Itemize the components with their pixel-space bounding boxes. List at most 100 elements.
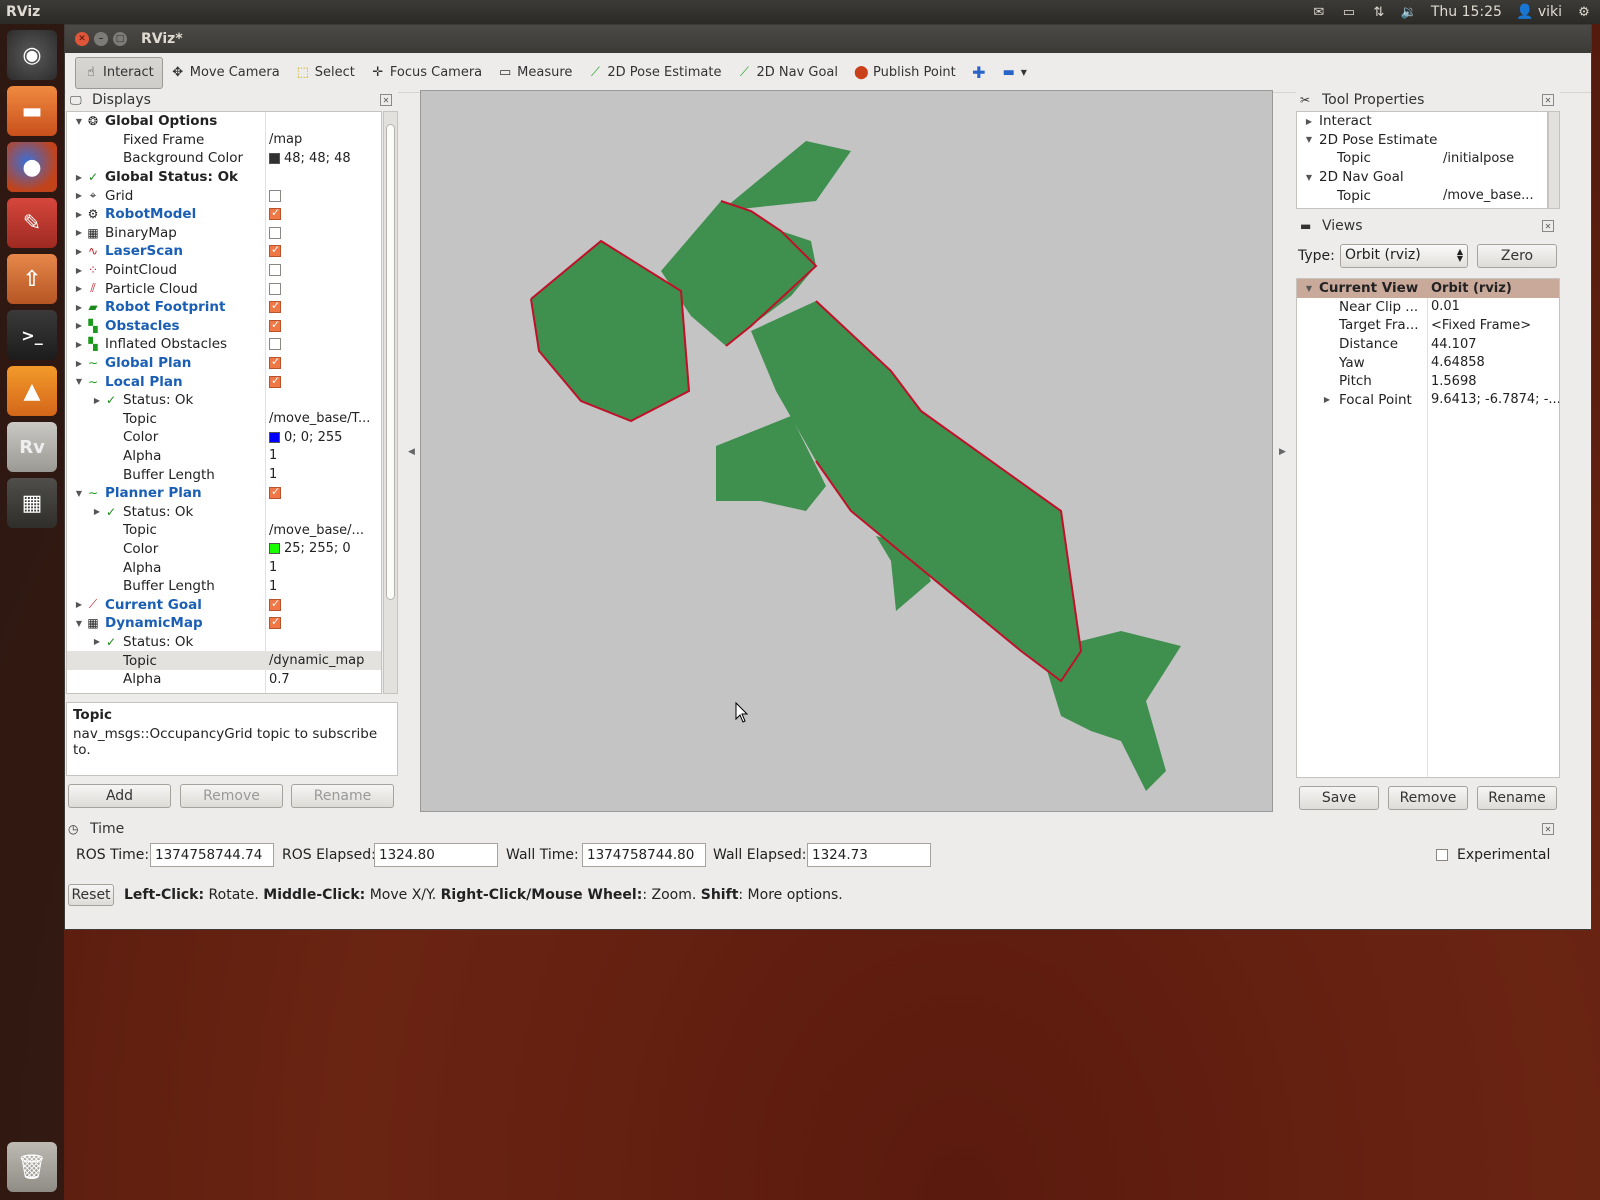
expand-arrow-icon[interactable]: ▶	[1303, 117, 1315, 126]
display-value[interactable]: 0; 0; 255	[269, 430, 342, 445]
collapse-arrow-icon[interactable]: ▼	[73, 489, 85, 498]
view-property-row[interactable]: Near Clip ... 0.01	[1297, 298, 1559, 317]
display-value[interactable]: 0.7	[269, 672, 290, 687]
time-close-button[interactable]: ✕	[1542, 823, 1554, 835]
reset-button[interactable]: Reset	[68, 884, 114, 906]
battery-icon[interactable]: ▭	[1341, 5, 1357, 20]
collapse-arrow-icon[interactable]: ▼	[73, 619, 85, 628]
display-row[interactable]: Alpha 1	[67, 447, 381, 466]
expand-arrow-icon[interactable]: ▶	[73, 600, 85, 609]
display-row[interactable]: Topic/move_base/...	[67, 521, 381, 540]
expand-arrow-icon[interactable]: ▶	[73, 228, 85, 237]
display-enabled-checkbox[interactable]	[269, 485, 281, 500]
firefox-icon[interactable]: ●	[7, 142, 57, 192]
view-property-value[interactable]: 0.01	[1431, 299, 1460, 314]
display-value[interactable]	[269, 189, 281, 202]
tool-select[interactable]: ⬚ Select	[288, 57, 363, 89]
display-enabled-checkbox[interactable]	[269, 264, 281, 277]
view-property-value[interactable]: 9.6413; -6.7874; -...	[1431, 392, 1559, 407]
tool-measure[interactable]: ▭ Measure	[490, 57, 580, 89]
view-property-row[interactable]: Distance 44.107	[1297, 335, 1559, 354]
render-viewport[interactable]	[420, 90, 1273, 812]
tool-property-value[interactable]: /move_base...	[1443, 188, 1534, 203]
view-property-row[interactable]: ▶ Focal Point 9.6413; -6.7874; -...	[1297, 391, 1559, 410]
display-value[interactable]: 1	[269, 560, 277, 575]
display-enabled-checkbox[interactable]	[269, 299, 281, 314]
display-value[interactable]: 48; 48; 48	[269, 151, 351, 166]
display-row[interactable]: Color 0; 0; 255	[67, 428, 381, 447]
display-value[interactable]	[269, 264, 281, 277]
rviz-icon[interactable]: Rv	[7, 422, 57, 472]
display-value[interactable]	[269, 318, 281, 332]
mail-icon[interactable]: ✉	[1311, 5, 1327, 20]
display-value[interactable]: /move_base/...	[269, 523, 364, 538]
color-swatch[interactable]	[269, 152, 280, 164]
display-value[interactable]: 25; 255; 0	[269, 541, 351, 556]
current-view-row[interactable]: ▼ Current View Orbit (rviz)	[1297, 279, 1559, 298]
collapse-right-icon[interactable]: ▶	[1279, 447, 1286, 457]
display-value[interactable]	[269, 206, 281, 221]
display-value[interactable]	[269, 226, 281, 239]
display-row[interactable]: Buffer Length 1	[67, 577, 381, 596]
display-value[interactable]: /move_base/T...	[269, 411, 370, 426]
tool-publish-point[interactable]: ⬤ Publish Point	[846, 57, 964, 89]
remove-tool-button[interactable]: ▬ ▼	[994, 57, 1035, 89]
display-value[interactable]	[269, 485, 281, 500]
expand-arrow-icon[interactable]: ▶	[73, 247, 85, 256]
view-property-row[interactable]: Target Fra... <Fixed Frame>	[1297, 316, 1559, 335]
ubuntu-dash-icon[interactable]: ◉	[7, 30, 57, 80]
experimental-checkbox[interactable]	[1436, 849, 1448, 861]
display-enabled-checkbox[interactable]	[269, 243, 281, 258]
display-value[interactable]: /dynamic_map	[269, 653, 364, 668]
display-row[interactable]: ▶ ✓ Status: Ok	[67, 502, 381, 521]
tool-property-row[interactable]: ▶ Interact	[1297, 112, 1547, 131]
collapse-arrow-icon[interactable]: ▼	[73, 117, 85, 126]
expand-arrow-icon[interactable]: ▶	[73, 191, 85, 200]
display-row[interactable]: Color 25; 255; 0	[67, 540, 381, 559]
collapse-arrow-icon[interactable]: ▼	[1303, 173, 1315, 182]
window-minimize-button[interactable]: –	[94, 32, 108, 46]
display-row[interactable]: ▶ ⌖ Grid	[67, 186, 381, 205]
collapse-arrow-icon[interactable]: ▼	[1303, 135, 1315, 144]
expand-arrow-icon[interactable]: ▶	[73, 173, 85, 182]
expand-arrow-icon[interactable]: ▶	[73, 359, 85, 368]
display-enabled-checkbox[interactable]	[269, 338, 281, 351]
display-row[interactable]: ▼ ❂ Global Options	[67, 112, 381, 131]
display-value[interactable]: 1	[269, 448, 277, 463]
display-value[interactable]	[269, 299, 281, 314]
scrollbar-thumb[interactable]	[386, 124, 395, 600]
display-row[interactable]: ▶ ✓ Status: Ok	[67, 633, 381, 652]
tool-property-value[interactable]: /initialpose	[1443, 151, 1514, 166]
window-close-button[interactable]: ✕	[75, 32, 89, 46]
display-row[interactable]: ▶ ▚ Obstacles	[67, 317, 381, 336]
user-menu[interactable]: 👤 viki	[1516, 4, 1562, 20]
views-close-button[interactable]: ✕	[1542, 220, 1554, 232]
displays-scrollbar[interactable]	[383, 111, 398, 694]
display-row[interactable]: ▶ ⫽ Particle Cloud	[67, 279, 381, 298]
collapse-left-icon[interactable]: ◀	[408, 447, 415, 457]
display-enabled-checkbox[interactable]	[269, 355, 281, 370]
display-row[interactable]: Fixed Frame/map	[67, 131, 381, 150]
clock[interactable]: Thu 15:25	[1431, 4, 1502, 20]
rename-display-button[interactable]: Rename	[291, 784, 394, 808]
display-row[interactable]: Topic/move_base/T...	[67, 410, 381, 429]
display-enabled-checkbox[interactable]	[269, 282, 281, 295]
display-row[interactable]: ▶ ⚙ RobotModel	[67, 205, 381, 224]
tool-property-row[interactable]: Topic/move_base...	[1297, 186, 1547, 205]
tool-properties-close-button[interactable]: ✕	[1542, 94, 1554, 106]
add-tool-button[interactable]: ✚	[964, 57, 994, 89]
collapse-arrow-icon[interactable]: ▼	[73, 377, 85, 386]
display-value[interactable]	[269, 338, 281, 351]
display-row[interactable]: Background Color 48; 48; 48	[67, 149, 381, 168]
display-row[interactable]: ▶ ✓ Status: Ok	[67, 391, 381, 410]
display-row[interactable]: ▼ ∼ Local Plan	[67, 372, 381, 391]
tool-2d-pose-estimate[interactable]: ⟋ 2D Pose Estimate	[580, 57, 729, 89]
wall-elapsed-field[interactable]: 1324.73	[807, 843, 931, 867]
display-row[interactable]: ▼ ▦ DynamicMap	[67, 614, 381, 633]
display-enabled-checkbox[interactable]	[269, 206, 281, 221]
view-property-row[interactable]: Pitch 1.5698	[1297, 372, 1559, 391]
remove-display-button[interactable]: Remove	[180, 784, 283, 808]
display-row[interactable]: ▶ ▚ Inflated Obstacles	[67, 335, 381, 354]
window-maximize-button[interactable]: □	[113, 32, 127, 46]
tool-2d-nav-goal[interactable]: ⟋ 2D Nav Goal	[729, 57, 846, 89]
